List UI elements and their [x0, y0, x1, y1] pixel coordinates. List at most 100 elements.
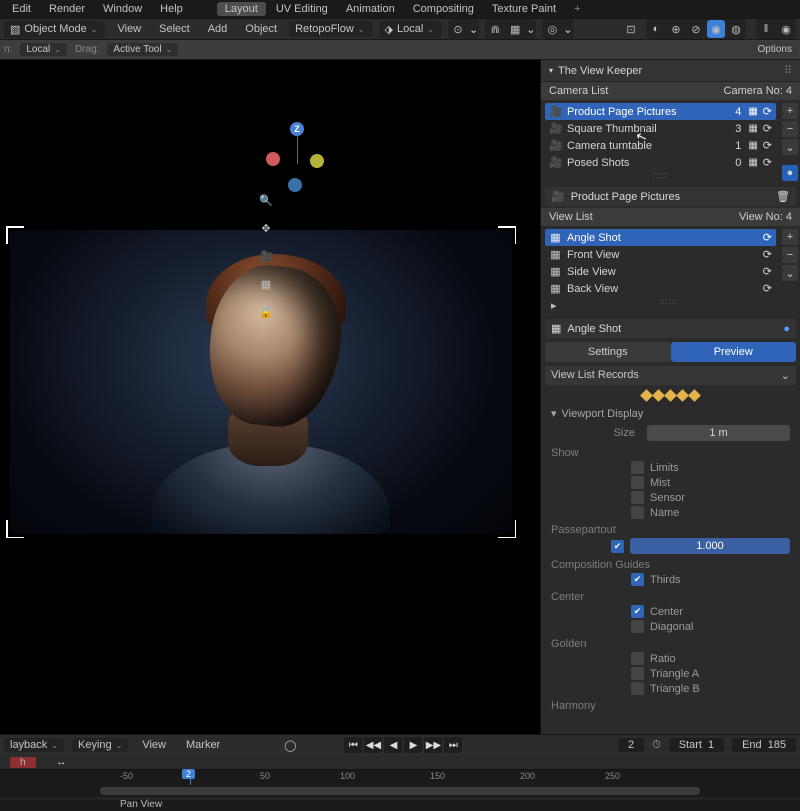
- menu-edit[interactable]: Edit: [4, 2, 39, 16]
- 3d-viewport[interactable]: Z 🔍 ✥ 🎥 ▦ 🔒: [0, 60, 540, 734]
- overlay-4-icon[interactable]: ◉: [707, 20, 725, 38]
- active-dot[interactable]: ●: [783, 323, 790, 335]
- perspective-icon[interactable]: ▦: [256, 274, 276, 294]
- checkbox-triangle-a[interactable]: [631, 667, 644, 680]
- view-item[interactable]: ▦Angle Shot⟳: [545, 229, 776, 246]
- view-grid-icon[interactable]: ▦: [748, 123, 757, 134]
- passepartout-slider[interactable]: 1.000: [630, 538, 790, 554]
- pivot-icon[interactable]: ⊙: [449, 20, 467, 38]
- refresh-icon[interactable]: ⟳: [763, 139, 772, 152]
- refresh-icon[interactable]: ⟳: [763, 248, 772, 261]
- play-icon[interactable]: ▶: [404, 737, 422, 753]
- workspace-tab-layout[interactable]: Layout: [217, 2, 266, 16]
- next-key-icon[interactable]: ▶▶: [424, 737, 442, 753]
- keying-dropdown[interactable]: Keying⌄: [72, 738, 128, 752]
- view-item[interactable]: ▦Front View⟳: [545, 246, 776, 263]
- grip-icon[interactable]: ⠿: [784, 64, 792, 77]
- hdr-object[interactable]: Object: [239, 21, 283, 37]
- remove-button[interactable]: −: [782, 247, 798, 263]
- menu-button[interactable]: ⌄: [782, 265, 798, 281]
- menu-render[interactable]: Render: [41, 2, 93, 16]
- overlay-2-icon[interactable]: ⊕: [667, 20, 685, 38]
- orient-tool-dropdown[interactable]: Local⌄: [20, 43, 67, 56]
- view-grid-icon[interactable]: ▦: [748, 157, 757, 168]
- camera-item[interactable]: 🎥Camera turntable1▦⟳: [545, 137, 776, 154]
- snap-group[interactable]: ⋒▦⌄: [485, 19, 536, 39]
- checkbox-thirds[interactable]: ✔: [631, 573, 644, 586]
- refresh-icon[interactable]: ⟳: [763, 265, 772, 278]
- panel-header-view-keeper[interactable]: ▾The View Keeper⠿: [541, 60, 800, 82]
- list-grip[interactable]: ∷∷: [545, 171, 776, 182]
- active-indicator[interactable]: ●: [782, 165, 798, 181]
- zoom-icon[interactable]: 🔍: [256, 190, 276, 210]
- end-frame-field[interactable]: End185: [732, 738, 796, 752]
- axis-neg-icon[interactable]: [288, 178, 302, 192]
- active-view-row[interactable]: ▦Angle Shot●: [545, 319, 796, 338]
- timeline-ruler[interactable]: -50 50 100 150 200 250 2: [0, 769, 800, 785]
- list-grip[interactable]: ∷∷: [563, 297, 776, 314]
- overlay-5-icon[interactable]: ◍: [727, 20, 745, 38]
- checkbox-passepartout[interactable]: ✔: [611, 540, 624, 553]
- workspace-tab-uv[interactable]: UV Editing: [268, 2, 336, 16]
- checkbox-triangle-b[interactable]: [631, 682, 644, 695]
- checkbox-mist[interactable]: [631, 476, 644, 489]
- axis-x-icon[interactable]: [266, 152, 280, 166]
- move-icon[interactable]: ✥: [256, 218, 276, 238]
- view-grid-icon[interactable]: ▦: [748, 106, 757, 117]
- tab-preview[interactable]: Preview: [671, 342, 797, 362]
- hdr-select[interactable]: Select: [153, 21, 196, 37]
- timeline-marker[interactable]: Marker: [180, 737, 226, 753]
- clock-icon[interactable]: ⏱: [652, 739, 661, 752]
- camera-item[interactable]: 🎥Product Page Pictures4▦⟳: [545, 103, 776, 120]
- add-button[interactable]: +: [782, 103, 798, 119]
- jump-end-icon[interactable]: ⏭: [444, 737, 462, 753]
- camera-item[interactable]: 🎥Square Thumbnail3▦⟳: [545, 120, 776, 137]
- view-list-records[interactable]: View List Records⌄: [545, 366, 796, 385]
- play-icon[interactable]: ▸: [545, 297, 563, 314]
- current-frame-field[interactable]: 2: [618, 738, 644, 752]
- menu-window[interactable]: Window: [95, 2, 150, 16]
- jump-start-icon[interactable]: ⏮: [344, 737, 362, 753]
- checkbox-diagonal[interactable]: [631, 620, 644, 633]
- camera-item[interactable]: 🎥Posed Shots0▦⟳: [545, 154, 776, 171]
- workspace-add[interactable]: +: [566, 2, 588, 16]
- view-grid-icon[interactable]: ▦: [748, 140, 757, 151]
- checkbox-limits[interactable]: [631, 461, 644, 474]
- refresh-icon[interactable]: ⟳: [763, 282, 772, 295]
- refresh-icon[interactable]: ⟳: [763, 122, 772, 135]
- checkbox-ratio[interactable]: [631, 652, 644, 665]
- workspace-tab-compositing[interactable]: Compositing: [405, 2, 482, 16]
- expand-icon[interactable]: ↔: [50, 757, 72, 768]
- view-item[interactable]: ▦Side View⟳: [545, 263, 776, 280]
- retopoflow-dropdown[interactable]: RetopoFlow⌄: [289, 21, 372, 37]
- overlay-3-icon[interactable]: ⊘: [687, 20, 705, 38]
- playhead[interactable]: 2: [190, 770, 191, 785]
- workspace-tab-texture-paint[interactable]: Texture Paint: [484, 2, 564, 16]
- checkbox-sensor[interactable]: [631, 491, 644, 504]
- refresh-icon[interactable]: ⟳: [763, 231, 772, 244]
- hdr-add[interactable]: Add: [202, 21, 234, 37]
- axis-y-icon[interactable]: [310, 154, 324, 168]
- playback-dropdown[interactable]: layback⌄: [4, 738, 64, 752]
- camera-icon[interactable]: 🎥: [256, 246, 276, 266]
- active-camera-row[interactable]: 🎥Product Page Pictures🗑: [545, 187, 796, 206]
- hdr-view[interactable]: View: [111, 21, 147, 37]
- record-icon[interactable]: ◉: [777, 20, 795, 38]
- interaction-mode-dropdown[interactable]: ▧ Object Mode⌄: [4, 21, 105, 38]
- options-tab[interactable]: Options: [752, 42, 798, 57]
- viewport-display-header[interactable]: ▾Viewport Display: [541, 404, 800, 423]
- menu-help[interactable]: Help: [152, 2, 191, 16]
- keyframe-diamonds[interactable]: [541, 387, 800, 404]
- timeline-scrollbar[interactable]: [0, 785, 800, 797]
- view-item[interactable]: ▦Back View⟳: [545, 280, 776, 297]
- checkbox-center[interactable]: ✔: [631, 605, 644, 618]
- menu-button[interactable]: ⌄: [782, 139, 798, 155]
- xray-icon[interactable]: ⊡: [622, 20, 640, 38]
- checkbox-name[interactable]: [631, 506, 644, 519]
- orientation-dropdown[interactable]: ⬗Local⌄: [379, 21, 442, 38]
- autokey-icon[interactable]: ◯: [284, 739, 296, 752]
- refresh-icon[interactable]: ⟳: [763, 156, 772, 169]
- lock-icon[interactable]: 🔒: [256, 302, 276, 322]
- add-button[interactable]: +: [782, 229, 798, 245]
- proportional-icon[interactable]: ◎: [543, 20, 561, 38]
